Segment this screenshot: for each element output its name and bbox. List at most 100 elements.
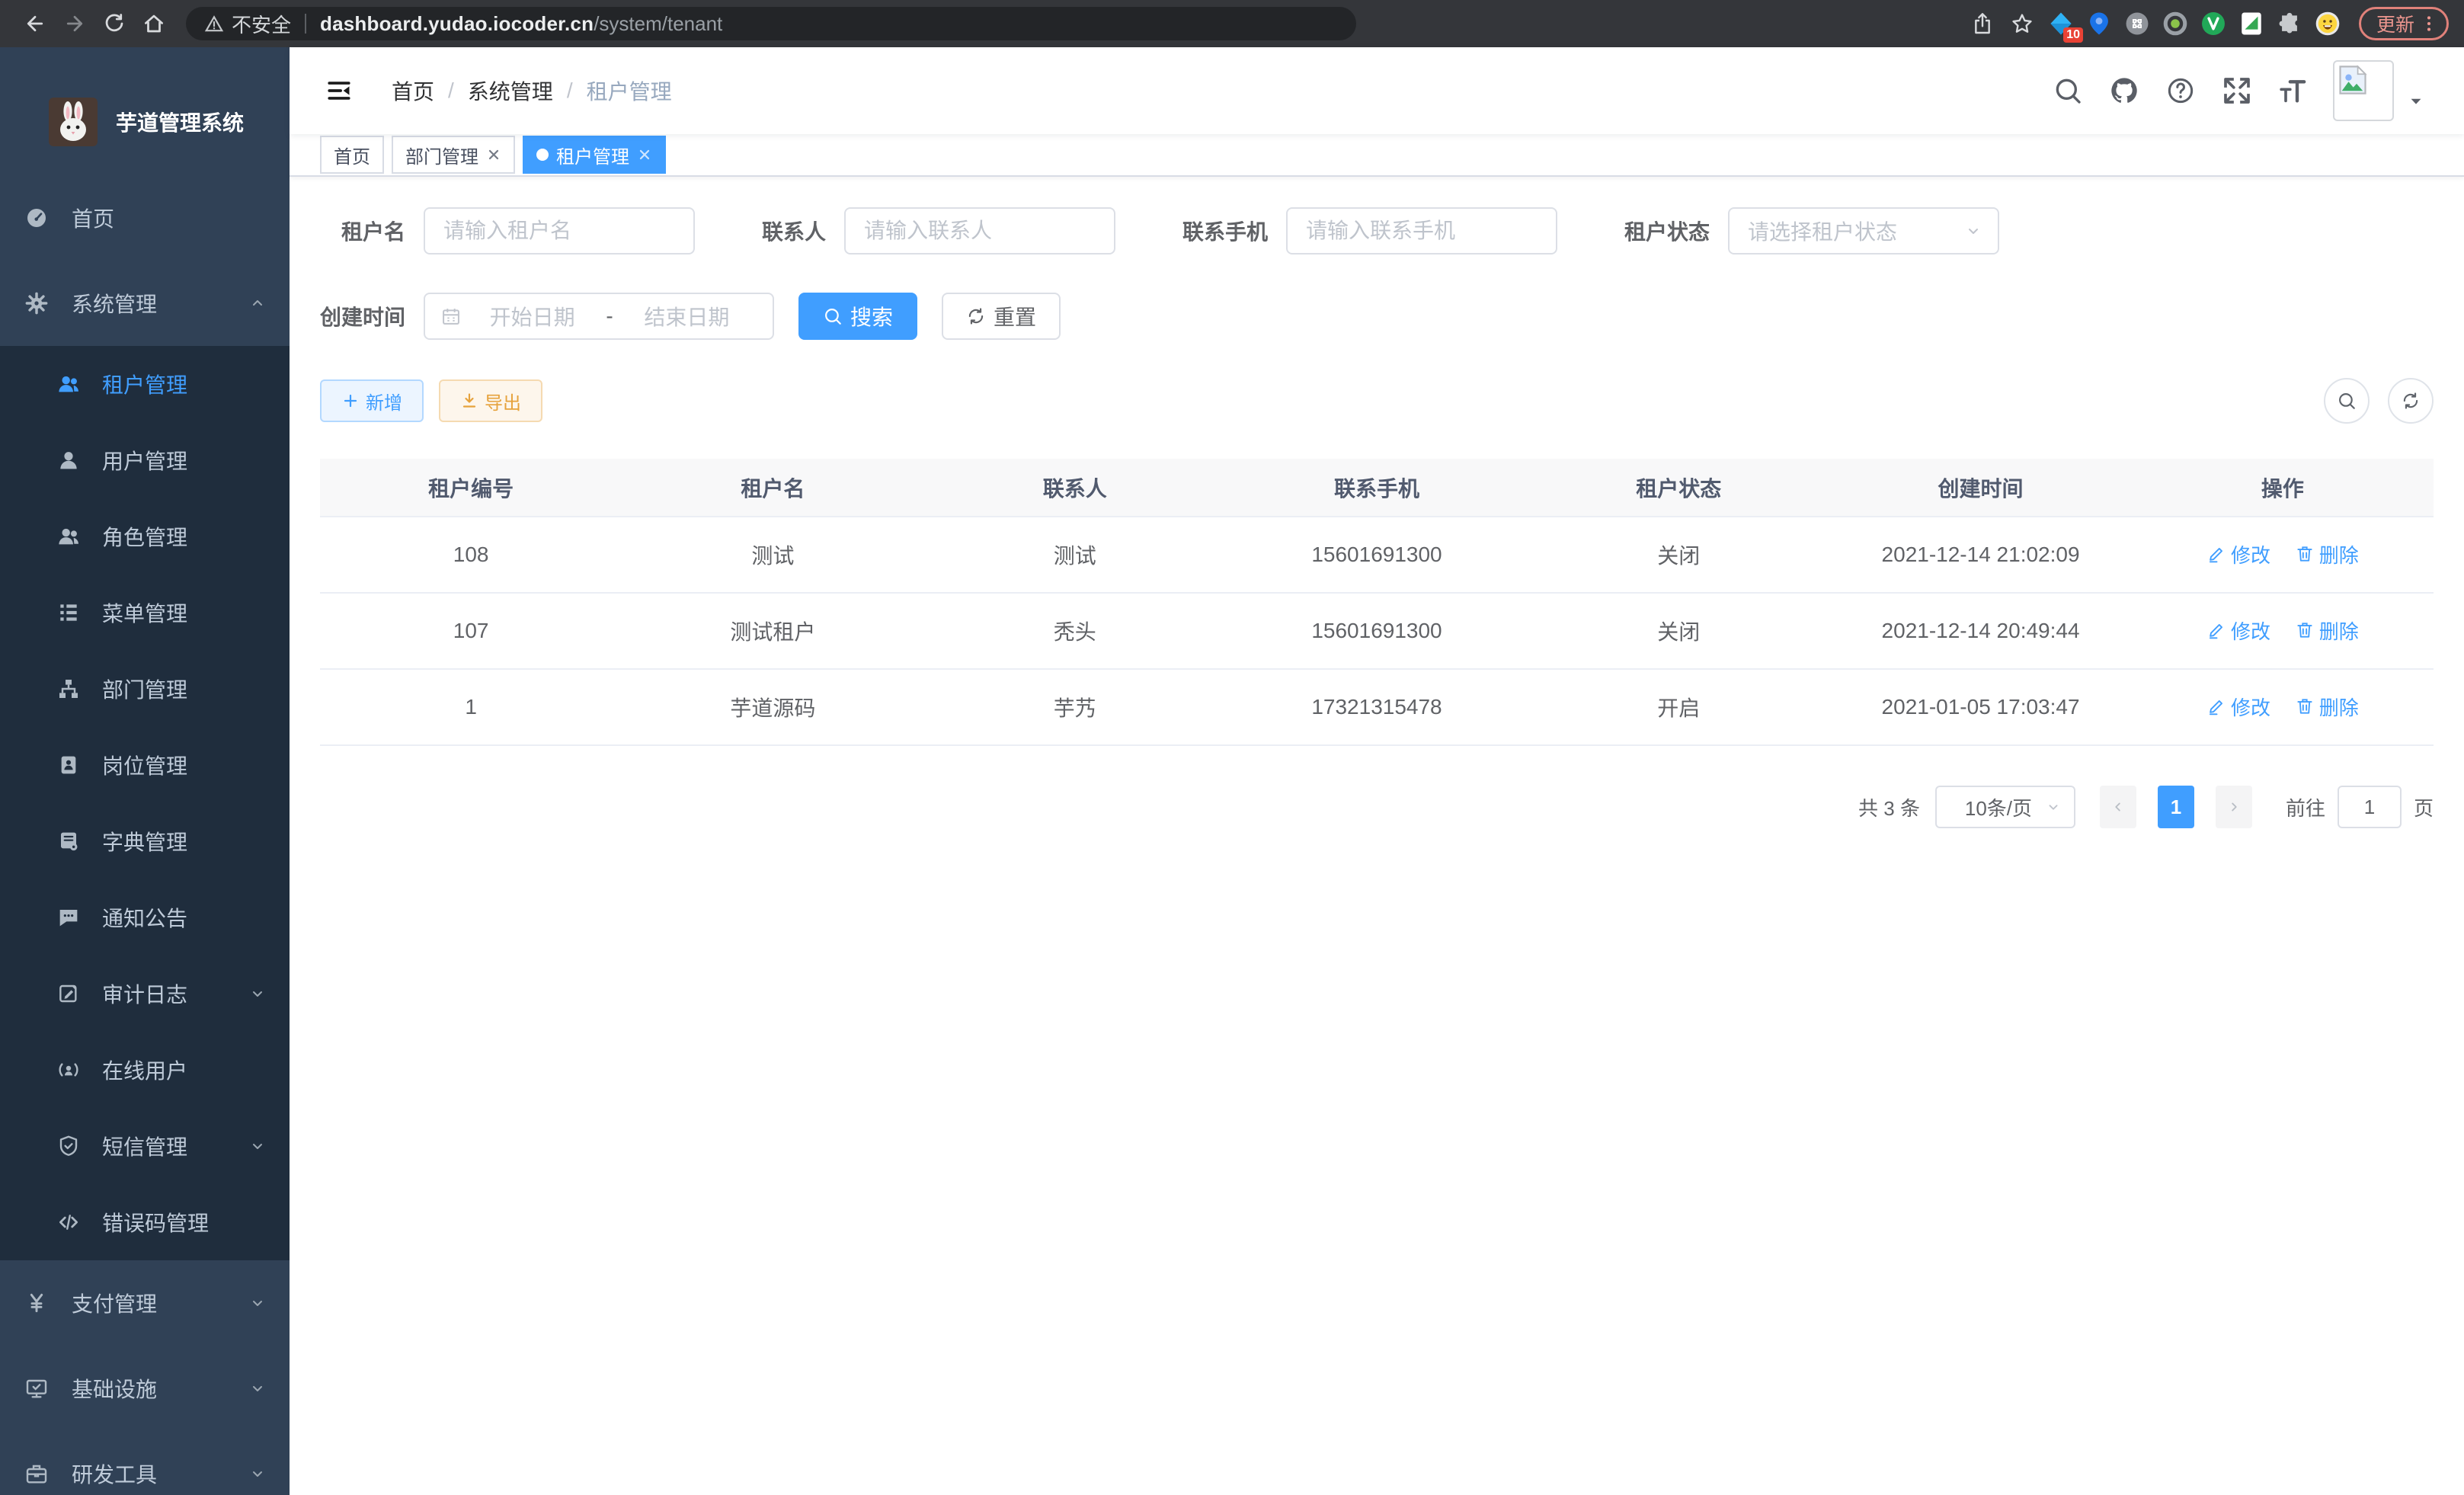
sidebar-item-tenant[interactable]: 租户管理: [0, 346, 290, 422]
tenant-name-label: 租户名: [320, 216, 405, 246]
sidebar-item-dict[interactable]: 字典管理: [0, 803, 290, 879]
refresh-table-button[interactable]: [2388, 378, 2434, 424]
breadcrumb-home[interactable]: 首页: [392, 75, 434, 106]
delete-label: 删除: [2319, 616, 2359, 645]
delete-link[interactable]: 删除: [2295, 693, 2359, 721]
add-button-label: 新增: [366, 388, 402, 415]
add-button[interactable]: 新增: [320, 379, 424, 422]
bookmark-star-icon[interactable]: [2002, 4, 2042, 43]
sidebar-item-infrastructure[interactable]: 基础设施: [0, 1346, 290, 1431]
share-icon[interactable]: [1963, 4, 2002, 43]
edit-link[interactable]: 修改: [2206, 616, 2270, 645]
browser-reload-button[interactable]: [94, 4, 134, 43]
table-row: 108 测试 测试 15601691300 关闭 2021-12-14 21:0…: [320, 517, 2434, 593]
tenant-name-input[interactable]: [424, 207, 695, 255]
browser-update-menu-button[interactable]: 更新: [2359, 7, 2449, 40]
breadcrumb-system[interactable]: 系统管理: [468, 75, 553, 106]
prev-page-button[interactable]: [2100, 786, 2136, 828]
delete-link[interactable]: 删除: [2295, 540, 2359, 568]
col-contact: 联系人: [924, 459, 1226, 517]
sidebar-collapse-icon[interactable]: [326, 78, 352, 104]
sidebar-item-sms[interactable]: 短信管理: [0, 1108, 290, 1184]
header-search-icon[interactable]: [2053, 75, 2083, 106]
filter-contact: 联系人: [762, 207, 1115, 255]
browser-home-button[interactable]: [134, 4, 174, 43]
filter-tenant-name: 租户名: [320, 207, 695, 255]
chevron-down-icon: [248, 1465, 267, 1483]
sidebar-item-online-users[interactable]: 在线用户: [0, 1032, 290, 1108]
tag-label: 部门管理: [405, 142, 478, 168]
mobile-input[interactable]: [1286, 207, 1557, 255]
col-status: 租户状态: [1528, 459, 1829, 517]
extension-v-icon[interactable]: [2194, 5, 2232, 43]
sidebar-item-label: 错误码管理: [102, 1207, 209, 1237]
edit-link[interactable]: 修改: [2206, 693, 2270, 721]
page-size-select[interactable]: 10条/页: [1935, 786, 2075, 828]
sidebar-item-role[interactable]: 角色管理: [0, 498, 290, 575]
help-icon[interactable]: [2165, 75, 2196, 106]
sidebar-item-menu[interactable]: 菜单管理: [0, 575, 290, 651]
sidebar-item-dept[interactable]: 部门管理: [0, 651, 290, 727]
search-button-label: 搜索: [850, 301, 893, 331]
search-button[interactable]: 搜索: [798, 293, 917, 340]
status-label: 租户状态: [1624, 216, 1710, 246]
contact-input[interactable]: [844, 207, 1115, 255]
status-select-placeholder: 请选择租户状态: [1748, 216, 1964, 246]
toggle-search-button[interactable]: [2324, 378, 2370, 424]
user-menu-caret-icon[interactable]: [2408, 93, 2424, 110]
extension-kite-icon[interactable]: [2080, 5, 2118, 43]
navbar-actions: [2027, 60, 2424, 121]
code-icon: [56, 1210, 81, 1234]
app-logo[interactable]: 芋道管理系统: [0, 47, 290, 175]
profile-avatar-icon[interactable]: [2309, 5, 2347, 43]
sidebar-item-notice[interactable]: 通知公告: [0, 879, 290, 956]
delete-label: 删除: [2319, 693, 2359, 721]
extensions-puzzle-icon[interactable]: [2270, 5, 2309, 43]
not-secure-label[interactable]: 不安全: [232, 10, 291, 38]
pencil-icon: [2206, 544, 2226, 564]
sidebar-item-label: 通知公告: [102, 902, 187, 933]
extension-command-icon[interactable]: [2118, 5, 2156, 43]
create-time-range-picker[interactable]: 开始日期 - 结束日期: [424, 293, 774, 340]
sidebar-item-label: 研发工具: [72, 1458, 157, 1489]
sidebar-item-user[interactable]: 用户管理: [0, 422, 290, 498]
extension-diamond-icon[interactable]: 10: [2042, 5, 2080, 43]
current-page-button[interactable]: 1: [2158, 786, 2194, 828]
chevron-left-icon: [2110, 799, 2126, 815]
table-toolbar: 新增 导出: [320, 378, 2434, 424]
extension-record-icon[interactable]: [2156, 5, 2194, 43]
edit-label: 修改: [2231, 616, 2270, 645]
sidebar-item-error-code[interactable]: 错误码管理: [0, 1184, 290, 1260]
font-size-icon[interactable]: [2278, 75, 2309, 106]
tag-dept[interactable]: 部门管理: [392, 136, 515, 174]
sidebar-item-post[interactable]: 岗位管理: [0, 727, 290, 803]
delete-link[interactable]: 删除: [2295, 616, 2359, 645]
chevron-down-icon: [248, 1137, 267, 1155]
browser-forward-button[interactable]: [55, 4, 94, 43]
extension-sheet-icon[interactable]: [2232, 5, 2270, 43]
reset-button[interactable]: 重置: [942, 293, 1061, 340]
tag-tenant-active[interactable]: 租户管理: [523, 136, 666, 174]
tag-home[interactable]: 首页: [320, 136, 384, 174]
status-select[interactable]: 请选择租户状态: [1728, 207, 1999, 255]
edit-link[interactable]: 修改: [2206, 540, 2270, 568]
date-end-placeholder: 结束日期: [616, 301, 757, 331]
filter-row-2: 创建时间 开始日期 - 结束日期 搜索 重置: [320, 293, 2434, 340]
github-icon[interactable]: [2109, 75, 2139, 106]
close-icon[interactable]: [637, 147, 652, 162]
sidebar-item-home[interactable]: 首页: [0, 175, 290, 261]
user-avatar[interactable]: [2333, 60, 2394, 121]
close-icon[interactable]: [486, 147, 501, 162]
sidebar-item-audit-log[interactable]: 审计日志: [0, 956, 290, 1032]
fullscreen-icon[interactable]: [2222, 75, 2252, 106]
browser-back-button[interactable]: [15, 4, 55, 43]
sidebar-item-payment[interactable]: 支付管理: [0, 1260, 290, 1346]
address-bar[interactable]: 不安全 dashboard.yudao.iocoder.cn /system/t…: [186, 7, 1356, 40]
sidebar-item-devtools[interactable]: 研发工具: [0, 1431, 290, 1495]
export-button-label: 导出: [485, 388, 521, 415]
next-page-button[interactable]: [2216, 786, 2252, 828]
sidebar-item-system[interactable]: 系统管理: [0, 261, 290, 346]
export-button[interactable]: 导出: [439, 379, 542, 422]
chevron-down-icon: [248, 984, 267, 1003]
goto-page-input[interactable]: [2338, 786, 2402, 828]
